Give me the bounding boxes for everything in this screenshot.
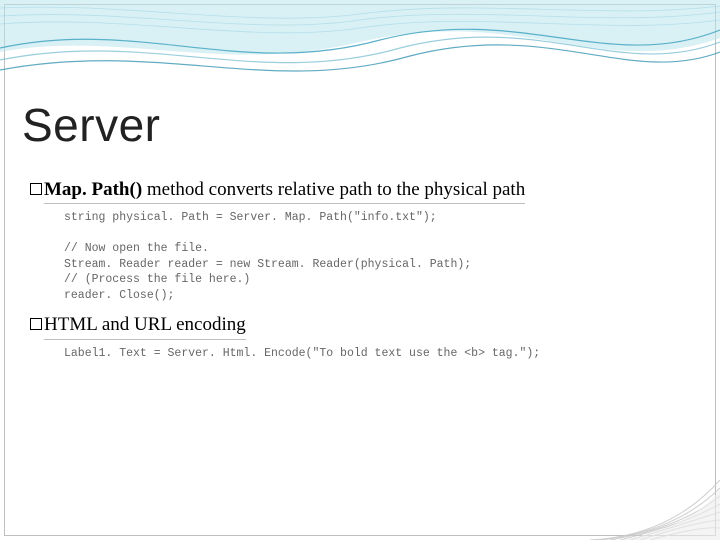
bullet-item: HTML and URL encoding bbox=[30, 313, 690, 339]
code-line: // (Process the file here.) bbox=[64, 273, 250, 286]
bullet-text: Map. Path() method converts relative pat… bbox=[44, 178, 525, 204]
slide-content: Map. Path() method converts relative pat… bbox=[30, 178, 690, 371]
code-block-1: string physical. Path = Server. Map. Pat… bbox=[64, 210, 690, 303]
code-block-2: Label1. Text = Server. Html. Encode("To … bbox=[64, 346, 690, 362]
bullet-text: HTML and URL encoding bbox=[44, 313, 246, 339]
code-line: Stream. Reader reader = new Stream. Read… bbox=[64, 258, 471, 271]
bullet-square-icon bbox=[30, 183, 42, 195]
code-line: Label1. Text = Server. Html. Encode("To … bbox=[64, 347, 540, 360]
bullet-bold: Map. Path() bbox=[44, 179, 142, 200]
code-line: reader. Close(); bbox=[64, 289, 174, 302]
bullet-rest: HTML and URL encoding bbox=[44, 314, 246, 335]
slide-title: Server bbox=[22, 98, 160, 152]
code-line: // Now open the file. bbox=[64, 242, 209, 255]
decorative-top-waves bbox=[0, 0, 720, 100]
bullet-rest: method converts relative path to the phy… bbox=[142, 179, 525, 200]
decorative-corner bbox=[580, 440, 720, 540]
code-line: string physical. Path = Server. Map. Pat… bbox=[64, 211, 437, 224]
bullet-item: Map. Path() method converts relative pat… bbox=[30, 178, 690, 204]
bullet-square-icon bbox=[30, 318, 42, 330]
